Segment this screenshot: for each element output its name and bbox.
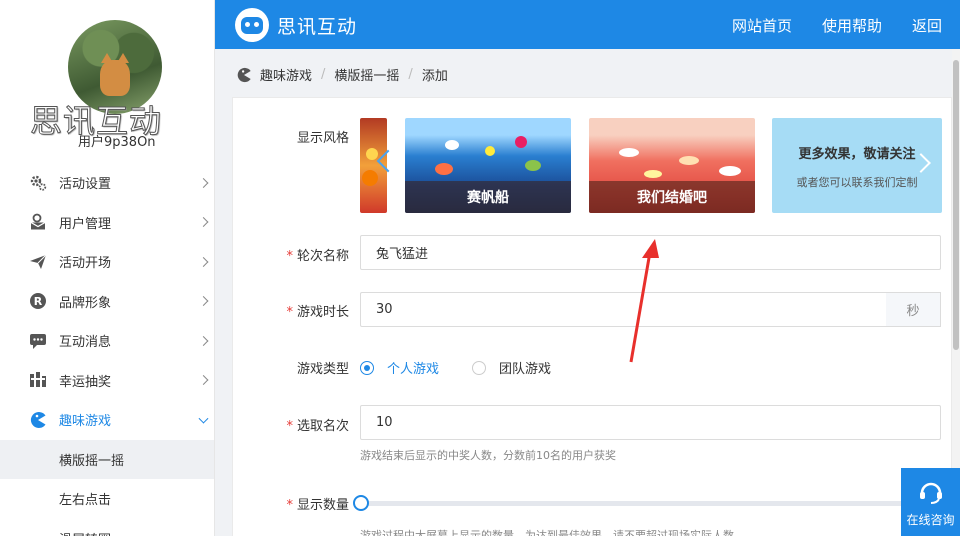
sidebar-subitem-horizontal-shake[interactable]: 横版摇一摇 bbox=[0, 439, 214, 479]
chevron-right-icon bbox=[198, 217, 209, 228]
chevron-down-icon bbox=[198, 413, 209, 424]
sidebar-item-label: 幸运抽奖 bbox=[59, 374, 112, 390]
support-label: 在线咨询 bbox=[906, 513, 955, 527]
user-envelope-icon bbox=[28, 212, 48, 232]
slider-handle[interactable] bbox=[353, 495, 369, 511]
chat-bubble-icon bbox=[28, 331, 48, 351]
display-count-slider[interactable] bbox=[360, 501, 905, 506]
gear-icon bbox=[28, 173, 48, 193]
sidebar-item-brand-image[interactable]: R 品牌形象 bbox=[0, 282, 214, 322]
sidebar-item-label: 活动开场 bbox=[59, 256, 112, 272]
rank-label: * 选取名次 bbox=[286, 419, 349, 434]
rank-help-text: 游戏结束后显示的中奖人数，分数前10名的用户获奖 bbox=[360, 449, 616, 462]
style-label: 显示风格 bbox=[296, 131, 349, 146]
carousel-next-icon[interactable] bbox=[914, 150, 932, 178]
svg-text:R: R bbox=[34, 295, 43, 308]
nav-home-link[interactable]: 网站首页 bbox=[732, 15, 792, 36]
radio-circle bbox=[472, 360, 486, 375]
radio-personal-game[interactable]: 个人游戏 bbox=[360, 358, 439, 377]
display-count-help-text: 游戏过程中大屏幕上显示的数量，为达到最佳效果，请不要超过现场实际人数 bbox=[360, 529, 734, 536]
breadcrumb-item-horizontal-shake[interactable]: 横版摇一摇 bbox=[334, 65, 399, 84]
game-icon bbox=[237, 67, 251, 82]
username: 用户9p38On bbox=[78, 135, 156, 150]
rank-input[interactable]: 10 bbox=[360, 405, 941, 440]
duration-input[interactable]: 30 bbox=[360, 292, 887, 327]
sidebar: 思讯互动 用户9p38On 活动设置 用户管理 活动开场 R 品牌形象 互动消息… bbox=[0, 0, 215, 536]
sidebar-item-label: 趣味游戏 bbox=[59, 414, 112, 430]
round-name-input[interactable]: 兔飞猛进 bbox=[360, 235, 941, 270]
nav-back-link[interactable]: 返回 bbox=[912, 15, 942, 36]
registered-icon: R bbox=[28, 291, 48, 311]
sidebar-subitem-swipe-circle[interactable]: 滑屏转圈 bbox=[0, 519, 214, 536]
style-option-sailing[interactable]: 赛帆船 bbox=[405, 118, 571, 213]
style-option-wedding[interactable]: 我们结婚吧 bbox=[589, 118, 755, 213]
radio-team-game[interactable]: 团队游戏 bbox=[472, 358, 551, 377]
scrollbar-thumb[interactable] bbox=[953, 60, 959, 350]
sidebar-item-label: 品牌形象 bbox=[59, 295, 112, 311]
style-caption: 我们结婚吧 bbox=[589, 181, 755, 213]
logo-text[interactable]: 思讯互动 bbox=[277, 12, 357, 39]
style-carousel: 赛帆船 我们结婚吧 更多效果，敬请关注 或者您可以联系我们定制 bbox=[360, 118, 942, 214]
sidebar-item-lucky-draw[interactable]: 幸运抽奖 bbox=[0, 361, 214, 401]
breadcrumb: 趣味游戏 / 横版摇一摇 / 添加 bbox=[236, 65, 448, 84]
breadcrumb-item-fun-games[interactable]: 趣味游戏 bbox=[260, 65, 312, 84]
sidebar-subitem-left-right-click[interactable]: 左右点击 bbox=[0, 479, 214, 519]
chevron-right-icon bbox=[198, 177, 209, 188]
cat-image bbox=[100, 53, 130, 96]
game-type-label: 游戏类型 bbox=[296, 362, 349, 377]
duration-unit: 秒 bbox=[886, 292, 941, 327]
paper-plane-icon bbox=[28, 252, 48, 272]
pacman-icon bbox=[28, 410, 48, 430]
sidebar-item-interactive-messages[interactable]: 互动消息 bbox=[0, 321, 214, 361]
duration-label: * 游戏时长 bbox=[286, 305, 349, 320]
logo-icon[interactable] bbox=[235, 8, 269, 42]
top-nav: 网站首页 使用帮助 返回 bbox=[732, 15, 942, 36]
sidebar-item-label: 互动消息 bbox=[59, 335, 112, 351]
display-count-label: * 显示数量 bbox=[286, 498, 349, 513]
headset-icon bbox=[919, 482, 942, 504]
sidebar-item-label: 用户管理 bbox=[59, 216, 112, 232]
lottery-icon bbox=[28, 370, 48, 390]
round-name-label: * 轮次名称 bbox=[286, 249, 349, 264]
online-support-button[interactable]: 在线咨询 bbox=[901, 468, 960, 536]
nav-help-link[interactable]: 使用帮助 bbox=[822, 15, 882, 36]
sidebar-menu: 活动设置 用户管理 活动开场 R 品牌形象 互动消息 幸运抽奖 趣味游戏 横版摇… bbox=[0, 163, 214, 536]
carousel-prev-icon[interactable] bbox=[372, 147, 392, 177]
top-header: 思讯互动 网站首页 使用帮助 返回 bbox=[215, 0, 960, 49]
app-root: 思讯互动 用户9p38On 活动设置 用户管理 活动开场 R 品牌形象 互动消息… bbox=[0, 0, 960, 536]
style-caption: 赛帆船 bbox=[405, 181, 571, 213]
sidebar-item-user-management[interactable]: 用户管理 bbox=[0, 203, 214, 243]
breadcrumb-item-add: 添加 bbox=[421, 69, 448, 84]
sidebar-item-label: 活动设置 bbox=[59, 177, 112, 193]
sidebar-item-fun-games[interactable]: 趣味游戏 bbox=[0, 400, 214, 440]
chevron-right-icon bbox=[198, 296, 209, 307]
chevron-right-icon bbox=[198, 375, 209, 386]
radio-circle bbox=[360, 360, 374, 375]
chevron-right-icon bbox=[198, 335, 209, 346]
sidebar-item-activity-opening[interactable]: 活动开场 bbox=[0, 242, 214, 282]
sidebar-item-activity-settings[interactable]: 活动设置 bbox=[0, 163, 214, 203]
chevron-right-icon bbox=[198, 256, 209, 267]
